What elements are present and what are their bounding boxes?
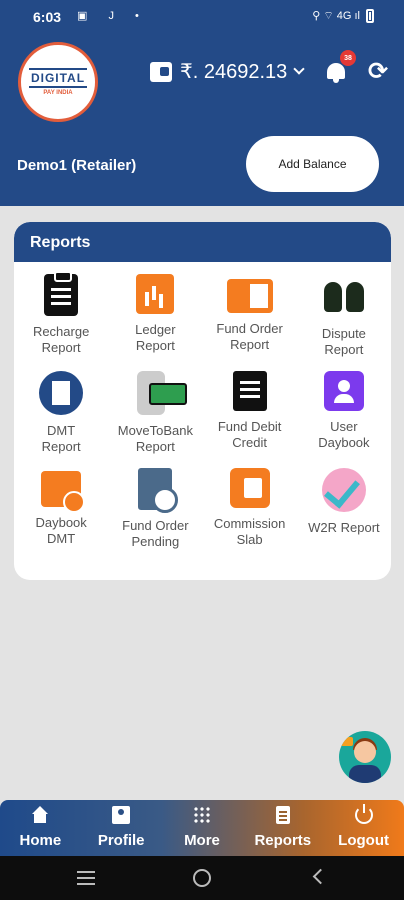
home-circle-icon[interactable] [193,869,211,887]
report-icon [275,806,290,824]
report-label: Dispute Report [321,326,366,357]
report-label: Fund Order Report [216,321,283,352]
report-label: Ledger Report [135,322,176,353]
report-label: Recharge Report [32,324,90,355]
battery-icon [366,9,374,23]
nav-home[interactable]: Home [0,800,81,856]
chat-bubble-icon [341,737,353,746]
report-label: Fund Debit Credit [217,419,282,450]
report-fund-order-pending[interactable]: Fund Order Pending [108,468,202,562]
reports-card: Reports Recharge Report Ledger Report Fu… [14,222,391,580]
agent-face [354,741,376,763]
status-notification-icons: ▣ J • [77,10,148,22]
check-cross-icon [321,468,366,512]
bell-body [327,63,345,79]
report-label: Daybook DMT [35,515,87,546]
home-icon [31,806,49,824]
status-bar: 6:03 ▣ J • ⚲ ⌔ 4G ıl [0,0,404,34]
refresh-icon[interactable]: ⟳ [368,60,388,84]
nav-profile[interactable]: Profile [81,800,162,856]
signal-icons: ⚲ ⌔ 4G ıl [312,10,360,22]
nav-label: Reports [254,832,312,849]
receipt-icon [232,371,267,411]
report-move-to-bank[interactable]: MoveToBank Report [108,371,202,465]
reports-title: Reports [14,222,391,262]
report-commission-slab[interactable]: Commission Slab [203,468,297,562]
document-icon [39,371,84,415]
bottom-nav: Home Profile More Reports Logout [0,800,404,856]
wallet-amount: ₹. 24692.13 [180,61,288,83]
nav-label: Profile [97,832,145,849]
nav-label: More [184,832,220,849]
report-label: User Daybook [318,419,370,450]
pending-doc-icon [138,468,179,513]
agent-shirt [349,765,381,783]
wallet-balance[interactable]: ₹. 24692.13 [150,59,305,84]
report-dispute[interactable]: Dispute Report [297,274,391,368]
system-nav-bar [0,856,404,900]
report-fund-debit-credit[interactable]: Fund Debit Credit [203,371,297,465]
power-icon [354,804,373,824]
logo-text-primary: DIGITAL [28,68,88,88]
report-label: Fund Order Pending [122,518,189,549]
fund-order-icon [226,279,273,313]
report-label: W2R Report [308,520,380,535]
reports-grid: Recharge Report Ledger Report Fund Order… [14,271,391,562]
logo-text-secondary: PAY INDIA [43,90,73,96]
report-label: Commission Slab [213,516,286,547]
report-recharge[interactable]: Recharge Report [14,271,108,368]
add-balance-button[interactable]: Add Balance [246,136,379,192]
status-time: 6:03 [33,9,62,25]
bar-chart-icon [136,274,175,314]
calendar-rupee-icon [41,471,86,513]
clipboard-icon [44,271,79,316]
back-icon[interactable] [312,868,329,885]
report-label: DMT Report [41,423,81,454]
report-daybook-dmt[interactable]: Daybook DMT [14,468,108,562]
report-label: MoveToBank Report [117,423,193,454]
nav-reports[interactable]: Reports [242,800,323,856]
report-w2r[interactable]: W2R Report [297,468,391,562]
recent-apps-icon[interactable] [77,871,95,885]
user-card-icon [323,371,364,411]
support-agent-button[interactable] [339,731,391,783]
grid-icon [192,806,211,824]
bell-clapper [333,79,339,83]
wallet-icon [229,468,270,508]
notification-badge: 38 [340,50,356,66]
app-logo: DIGITAL PAY INDIA [18,42,98,122]
chevron-down-icon[interactable] [293,63,305,75]
app-header: DIGITAL PAY INDIA ₹. 24692.13 38 ⟳ Demo1… [0,34,404,206]
report-user-daybook[interactable]: User Daybook [297,371,391,465]
status-system-icons: ⚲ ⌔ 4G ıl [312,9,374,23]
dispute-icon [322,274,366,318]
phone-money-icon [137,371,188,415]
nav-label: Logout [338,832,389,849]
nav-logout[interactable]: Logout [323,800,404,856]
nav-label: Home [19,832,62,849]
profile-icon [112,806,131,824]
wallet-icon [150,61,172,82]
report-fund-order[interactable]: Fund Order Report [203,274,297,368]
report-ledger[interactable]: Ledger Report [108,274,202,368]
nav-more[interactable]: More [162,800,243,856]
report-dmt[interactable]: DMT Report [14,371,108,465]
user-name: Demo1 (Retailer) [17,157,137,174]
